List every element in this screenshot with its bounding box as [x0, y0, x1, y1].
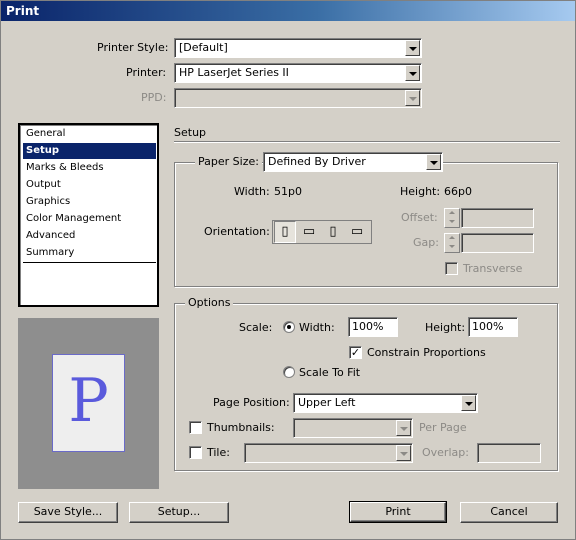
constrain-checkbox[interactable]: ✓ — [349, 346, 362, 359]
print-button[interactable]: Print — [349, 501, 447, 523]
scale-width-label: Width: — [299, 321, 335, 334]
orientation-label: Orientation: — [204, 225, 270, 238]
chevron-down-icon — [405, 90, 420, 106]
print-dialog: Print Printer Style: [Default] Printer: … — [0, 0, 576, 540]
page-position-select[interactable]: Upper Left — [293, 393, 478, 413]
paper-size-select[interactable]: Defined By Driver — [263, 152, 443, 172]
sidebar-item-graphics[interactable]: Graphics — [23, 194, 156, 210]
thumbnails-select — [293, 418, 413, 438]
printer-style-value: [Default] — [179, 41, 228, 54]
ppd-select[interactable] — [174, 88, 422, 108]
sidebar-item-general[interactable]: General — [23, 126, 156, 142]
sidebar-item-advanced[interactable]: Advanced — [23, 228, 156, 244]
overlap-label: Overlap: — [422, 446, 469, 459]
orientation-group: ▯ ▭ ▯ ▭ — [272, 220, 372, 244]
page-position-label: Page Position: — [213, 396, 290, 409]
per-page-label: Per Page — [419, 421, 467, 434]
landscape-icon[interactable]: ▭ — [298, 221, 320, 243]
setup-heading: Setup — [174, 126, 207, 139]
preview-letter: P — [68, 366, 109, 436]
offset-spinner — [444, 208, 460, 228]
constrain-label: Constrain Proportions — [367, 346, 486, 359]
transverse-label: Transverse — [463, 262, 523, 275]
reverse-portrait-icon[interactable]: ▯ — [322, 221, 344, 243]
scale-label: Scale: — [239, 321, 273, 334]
printer-select[interactable]: HP LaserJet Series II — [174, 63, 422, 83]
save-style-button[interactable]: Save Style... — [18, 502, 118, 523]
printer-value: HP LaserJet Series II — [179, 66, 289, 79]
sidebar-item-output[interactable]: Output — [23, 177, 156, 193]
scale-to-fit-radio[interactable] — [283, 366, 295, 378]
preview-page: P — [52, 354, 125, 452]
page-position-value: Upper Left — [298, 396, 356, 409]
gap-spinner — [444, 233, 460, 253]
width-label: Width: — [234, 185, 270, 198]
sidebar-item-marks-bleeds[interactable]: Marks & Bleeds — [23, 160, 156, 176]
gap-field — [461, 233, 534, 253]
tile-select — [244, 443, 413, 463]
paper-size-label: Paper Size: — [195, 155, 262, 169]
options-title: Options — [185, 296, 234, 310]
paper-size-value: Defined By Driver — [268, 155, 366, 168]
thumbnails-label: Thumbnails: — [207, 421, 275, 434]
portrait-icon[interactable]: ▯ — [274, 221, 296, 243]
page-preview: P — [18, 318, 159, 489]
offset-field — [461, 208, 534, 228]
tile-label: Tile: — [207, 446, 230, 459]
scale-width-input[interactable]: 100% — [348, 317, 398, 337]
ppd-label: PPD: — [141, 91, 167, 104]
tile-checkbox[interactable] — [189, 446, 202, 459]
gap-label: Gap: — [413, 236, 439, 249]
printer-style-select[interactable]: [Default] — [174, 38, 422, 58]
scale-width-value: 100% — [352, 320, 384, 333]
height-value: 66p0 — [444, 185, 472, 198]
setup-button[interactable]: Setup... — [129, 502, 229, 523]
window-title: Print — [1, 1, 575, 21]
offset-label: Offset: — [401, 211, 438, 224]
category-list[interactable]: General Setup Marks & Bleeds Output Grap… — [18, 123, 159, 307]
chevron-down-icon[interactable] — [461, 395, 476, 411]
list-divider — [23, 262, 156, 263]
chevron-down-icon[interactable] — [426, 154, 441, 170]
chevron-down-icon[interactable] — [405, 65, 420, 81]
sidebar-item-summary[interactable]: Summary — [23, 245, 156, 261]
sidebar-item-setup[interactable]: Setup — [23, 143, 156, 159]
scale-height-input[interactable]: 100% — [468, 317, 518, 337]
printer-label: Printer: — [126, 66, 167, 79]
scale-height-value: 100% — [472, 320, 504, 333]
transverse-checkbox — [445, 262, 458, 275]
overlap-field — [477, 443, 541, 463]
printer-style-label: Printer Style: — [97, 41, 169, 54]
width-value: 51p0 — [274, 185, 302, 198]
setup-divider — [174, 141, 560, 142]
height-label: Height: — [400, 185, 441, 198]
chevron-down-icon — [396, 420, 411, 436]
sidebar-item-color-management[interactable]: Color Management — [23, 211, 156, 227]
scale-to-fit-label: Scale To Fit — [299, 366, 361, 379]
scale-height-label: Height: — [425, 321, 466, 334]
chevron-down-icon[interactable] — [405, 40, 420, 56]
chevron-down-icon — [396, 445, 411, 461]
scale-width-radio[interactable] — [283, 321, 295, 333]
reverse-landscape-icon[interactable]: ▭ — [346, 221, 368, 243]
cancel-button[interactable]: Cancel — [460, 502, 558, 523]
thumbnails-checkbox[interactable] — [189, 421, 202, 434]
